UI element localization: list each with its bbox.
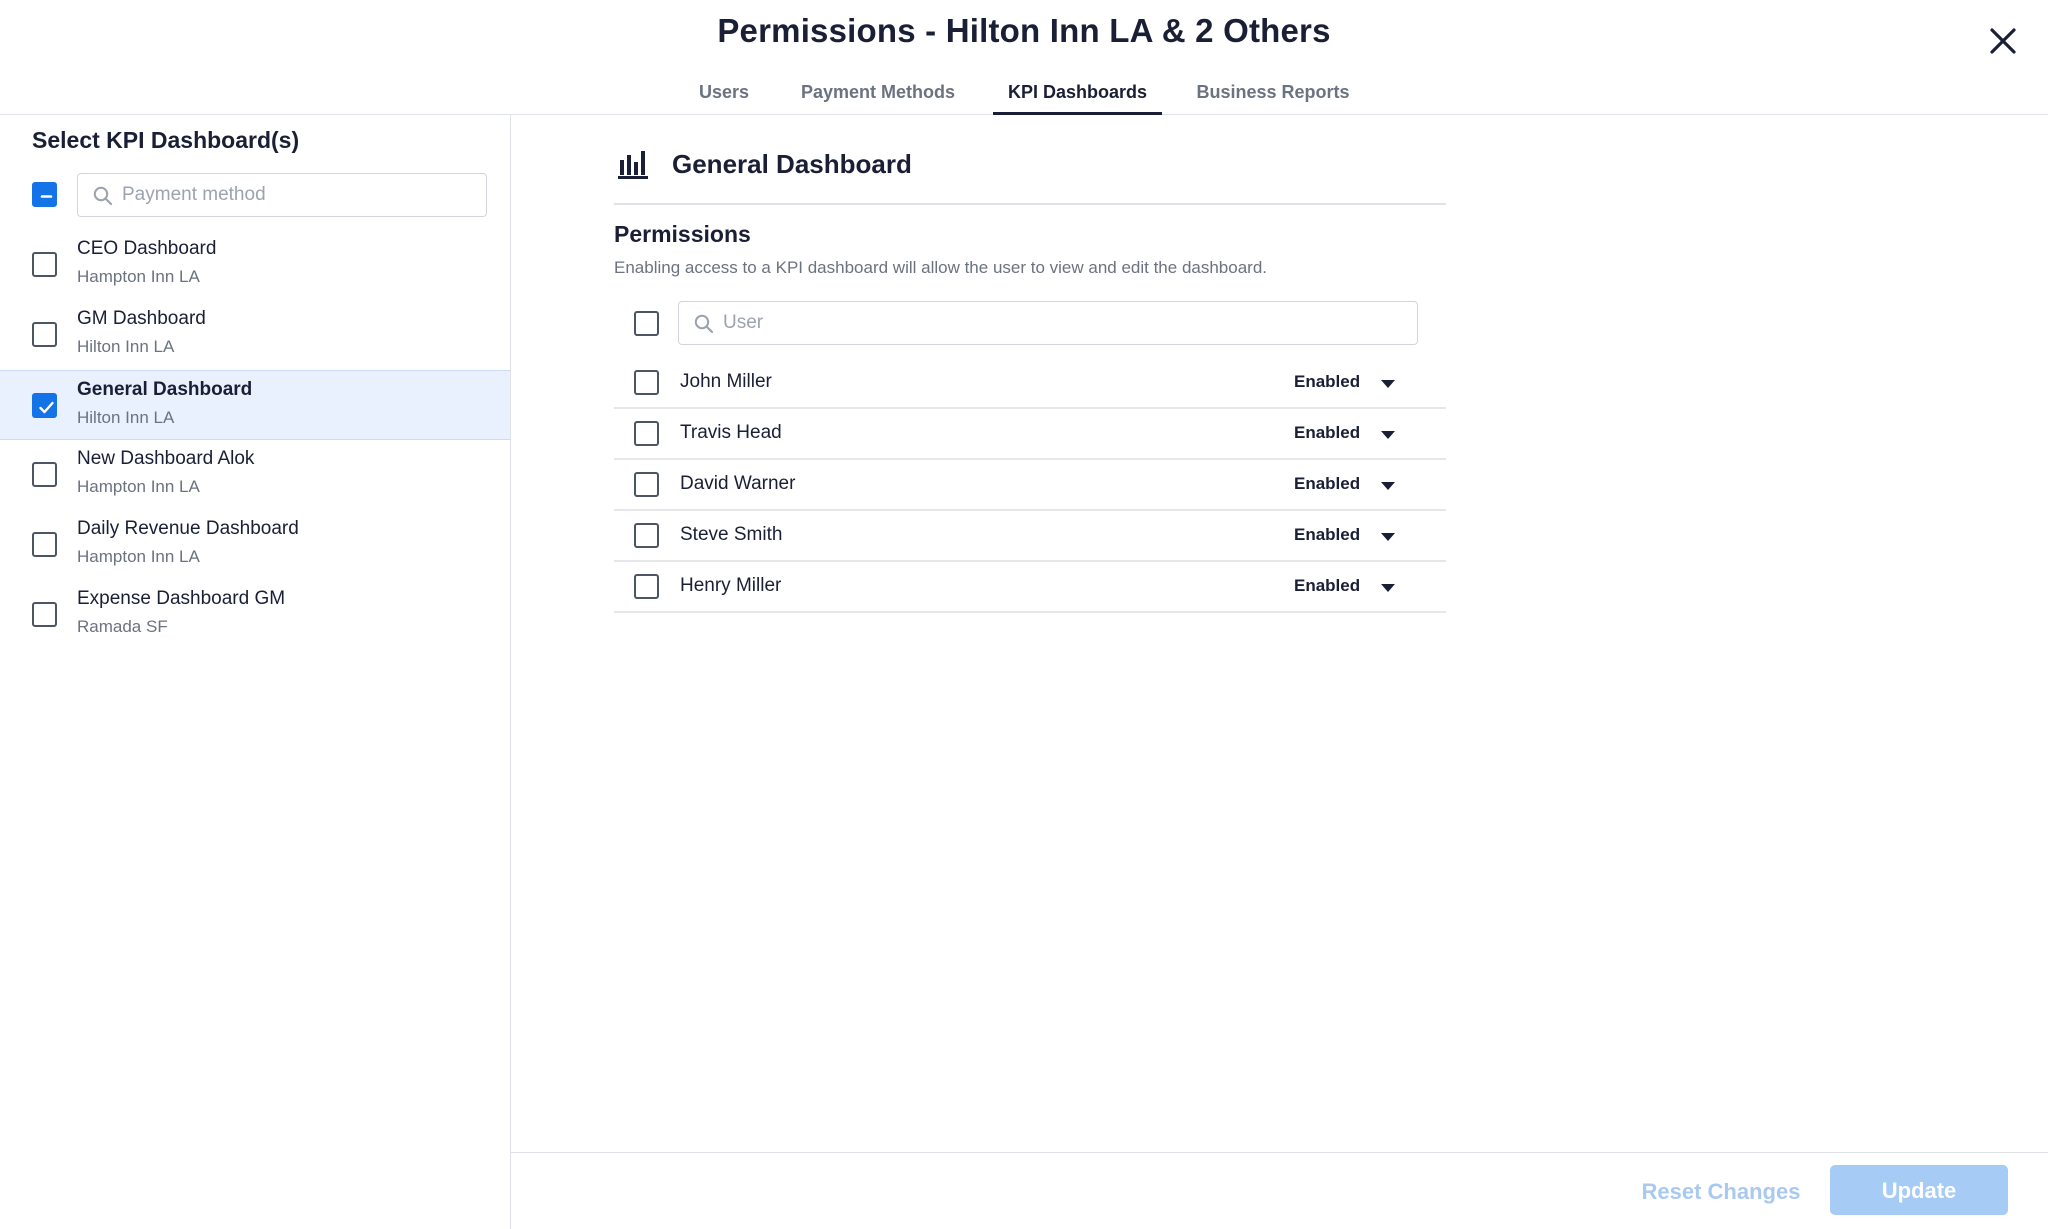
caret-down-icon (1381, 482, 1395, 490)
dashboard-item-expense-gm[interactable]: Expense Dashboard GM Ramada SF (0, 580, 510, 650)
user-checkbox[interactable] (634, 472, 659, 497)
access-status: Enabled (1294, 576, 1361, 595)
user-name: Henry Miller (680, 575, 782, 596)
dashboard-checkbox[interactable] (32, 532, 57, 557)
caret-down-icon (1381, 380, 1395, 388)
access-dropdown[interactable]: Enabled (1294, 525, 1404, 549)
access-dropdown[interactable]: Enabled (1294, 474, 1404, 498)
dashboard-property: Hilton Inn LA (77, 408, 175, 427)
dashboard-property: Hilton Inn LA (77, 337, 175, 356)
checkmark-icon (39, 401, 54, 414)
select-all-checkbox[interactable] (32, 182, 57, 207)
user-name: John Miller (680, 371, 772, 392)
search-icon (93, 186, 113, 206)
permissions-description: Enabling access to a KPI dashboard will … (614, 258, 1268, 277)
dashboard-item-gm[interactable]: GM Dashboard Hilton Inn LA (0, 300, 510, 370)
user-checkbox[interactable] (634, 523, 659, 548)
access-status: Enabled (1294, 474, 1361, 493)
access-status: Enabled (1294, 423, 1361, 442)
tab-payment-methods[interactable]: Payment Methods (790, 78, 966, 115)
minus-icon (40, 195, 53, 198)
select-all-users-checkbox[interactable] (634, 311, 659, 336)
access-status: Enabled (1294, 372, 1361, 391)
user-row: David Warner Enabled (614, 460, 1446, 511)
user-name: Steve Smith (680, 524, 783, 545)
dashboard-name: Expense Dashboard GM (77, 588, 286, 609)
user-row: Henry Miller Enabled (614, 562, 1446, 613)
tab-kpi-dashboards[interactable]: KPI Dashboards (993, 78, 1162, 115)
user-search-input[interactable] (723, 302, 1063, 343)
dashboard-property: Hampton Inn LA (77, 547, 200, 566)
user-checkbox[interactable] (634, 574, 659, 599)
user-row: Travis Head Enabled (614, 409, 1446, 460)
dashboard-heading: General Dashboard (614, 145, 1446, 205)
caret-down-icon (1381, 584, 1395, 592)
user-name: David Warner (680, 473, 796, 494)
dashboard-item-ceo[interactable]: CEO Dashboard Hampton Inn LA (0, 230, 510, 300)
dashboard-search-input[interactable] (122, 174, 462, 215)
tab-users[interactable]: Users (684, 78, 764, 115)
dashboard-name: CEO Dashboard (77, 238, 217, 259)
close-icon[interactable] (1984, 22, 2022, 60)
dashboard-name: GM Dashboard (77, 308, 206, 329)
update-button[interactable]: Update (1830, 1165, 2008, 1215)
modal-header: Permissions - Hilton Inn LA & 2 Others U… (0, 0, 2048, 115)
search-icon (694, 314, 714, 334)
access-status: Enabled (1294, 525, 1361, 544)
dashboard-checkbox[interactable] (32, 322, 57, 347)
user-checkbox[interactable] (634, 421, 659, 446)
page-title: Permissions - Hilton Inn LA & 2 Others (717, 12, 1331, 49)
permissions-title: Permissions (614, 221, 751, 247)
access-dropdown[interactable]: Enabled (1294, 576, 1404, 600)
access-dropdown[interactable]: Enabled (1294, 423, 1404, 447)
dashboard-checkbox[interactable] (32, 393, 57, 418)
tab-business-reports[interactable]: Business Reports (1188, 78, 1358, 115)
dashboard-property: Hampton Inn LA (77, 267, 200, 286)
dashboard-checkbox[interactable] (32, 462, 57, 487)
caret-down-icon (1381, 431, 1395, 439)
tab-bar: Users Payment Methods KPI Dashboards Bus… (0, 78, 2048, 115)
user-search[interactable] (678, 301, 1418, 345)
dashboard-name: General Dashboard (77, 379, 253, 400)
dashboard-name: Daily Revenue Dashboard (77, 518, 299, 539)
dashboard-sidebar: Select KPI Dashboard(s) CEO Dashboard Ha… (0, 115, 511, 1229)
dashboard-item-daily-revenue[interactable]: Daily Revenue Dashboard Hampton Inn LA (0, 510, 510, 580)
dashboard-checkbox[interactable] (32, 602, 57, 627)
caret-down-icon (1381, 533, 1395, 541)
dashboard-detail-panel: General Dashboard Permissions Enabling a… (511, 115, 2048, 1229)
user-name: Travis Head (680, 422, 782, 443)
dashboard-item-general[interactable]: General Dashboard Hilton Inn LA (0, 370, 510, 440)
sidebar-title: Select KPI Dashboard(s) (32, 127, 300, 153)
user-row: Steve Smith Enabled (614, 511, 1446, 562)
dashboard-search[interactable] (77, 173, 487, 217)
bar-chart-icon (618, 151, 648, 179)
reset-changes-button[interactable]: Reset Changes (1621, 1171, 1821, 1211)
modal-footer: Reset Changes Update (511, 1152, 2048, 1229)
dashboard-property: Hampton Inn LA (77, 477, 200, 496)
dashboard-name: New Dashboard Alok (77, 448, 255, 469)
user-row: John Miller Enabled (614, 358, 1446, 409)
access-dropdown[interactable]: Enabled (1294, 372, 1404, 396)
dashboard-item-new-alok[interactable]: New Dashboard Alok Hampton Inn LA (0, 440, 510, 510)
close-button[interactable] (1984, 22, 2022, 60)
dashboard-property: Ramada SF (77, 617, 168, 636)
dashboard-checkbox[interactable] (32, 252, 57, 277)
dashboard-title: General Dashboard (672, 149, 912, 179)
user-checkbox[interactable] (634, 370, 659, 395)
